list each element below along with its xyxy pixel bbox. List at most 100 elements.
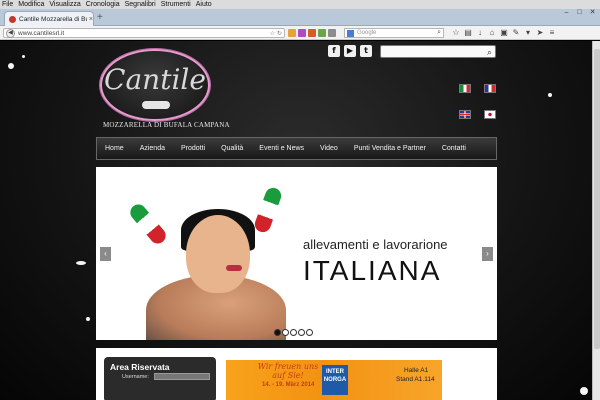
hamburger-menu-icon[interactable]: ≡	[546, 28, 558, 38]
web-page: f ▶ t ⌕ Cantile MOZZARELLA DI BUFALA CAM…	[0, 41, 600, 400]
slider-dot[interactable]	[298, 329, 305, 336]
address-bar[interactable]: ◀ www.cantilesrl.it ☆ ↻	[3, 28, 285, 38]
nav-home[interactable]: Home	[97, 145, 132, 152]
star-icon[interactable]: ☆	[450, 28, 462, 38]
promo-dates: 14. - 19. März 2014	[262, 382, 315, 388]
menu-aiuto[interactable]: Aiuto	[196, 0, 212, 9]
search-placeholder: Google	[357, 30, 377, 36]
facebook-icon[interactable]: f	[328, 45, 340, 57]
scrollbar-thumb[interactable]	[594, 49, 600, 349]
menu-segnalibri[interactable]: Segnalibri	[125, 0, 156, 9]
flag-italian-icon[interactable]	[459, 84, 471, 93]
slider-dot[interactable]	[282, 329, 289, 336]
save-icon[interactable]: ▣	[498, 28, 510, 38]
navigation-toolbar: ◀ www.cantilesrl.it ☆ ↻ Google ⌕ ☆ ▤ ↓ ⌂…	[0, 26, 600, 40]
promo-headline: Wir freuen uns auf Sie!	[257, 362, 319, 380]
slider-pagination	[274, 329, 314, 336]
internorga-logo: INTER NORGA	[322, 365, 348, 395]
slide-title: ITALIANA	[303, 255, 442, 286]
bookmark-star-icon[interactable]: ☆	[270, 30, 275, 37]
tab-strip: Cantile Mozzarella di Bufala C... × + – …	[0, 9, 600, 26]
menu-visualizza[interactable]: Visualizza	[49, 0, 80, 9]
magnifier-icon[interactable]: ⌕	[437, 29, 441, 37]
url-text[interactable]: www.cantilesrl.it	[18, 30, 270, 37]
face-shape	[186, 215, 250, 293]
maximize-icon[interactable]: □	[574, 9, 585, 17]
twitter-icon[interactable]: t	[360, 45, 372, 57]
buffalo-icon	[142, 101, 170, 109]
addon-icons	[288, 29, 338, 37]
fair-promo-banner[interactable]: Wir freuen uns auf Sie! 14. - 19. März 2…	[226, 360, 442, 400]
slider-next-button[interactable]: ›	[482, 247, 493, 261]
nav-prodotti[interactable]: Prodotti	[173, 145, 213, 152]
promo-hall: Halle A1	[404, 367, 429, 374]
pen-icon[interactable]: ✎	[510, 28, 522, 38]
page-scrollbar[interactable]	[592, 41, 600, 400]
nav-azienda[interactable]: Azienda	[132, 145, 173, 152]
addon-icon[interactable]	[288, 29, 296, 37]
username-field[interactable]	[154, 373, 210, 380]
paint-splash	[86, 317, 90, 321]
slide-subtitle: allevamenti e lavorarione	[303, 237, 448, 252]
flag-japanese-icon[interactable]	[484, 110, 496, 119]
slider-dot[interactable]	[306, 329, 313, 336]
home-icon[interactable]: ⌂	[486, 28, 498, 38]
main-navigation: Home Azienda Prodotti Qualità Eventi e N…	[96, 137, 497, 160]
addon-icon[interactable]	[328, 29, 336, 37]
back-icon[interactable]: ◀	[6, 28, 15, 38]
addon-icon[interactable]	[318, 29, 326, 37]
nav-eventi-news[interactable]: Eventi e News	[251, 145, 312, 152]
minimize-icon[interactable]: –	[561, 9, 572, 17]
paint-splash	[548, 93, 552, 97]
chevron-down-icon[interactable]: ▾	[522, 28, 534, 38]
login-panel: Area Riservata Username:	[104, 357, 216, 400]
new-tab-button[interactable]: +	[97, 12, 103, 24]
hero-slider[interactable]: allevamenti e lavorarione ITALIANA ‹ ›	[96, 167, 497, 340]
paint-splash	[8, 63, 14, 69]
search-icon[interactable]: ⌕	[487, 47, 492, 58]
nose-ring-shape	[226, 265, 242, 271]
menu-cronologia[interactable]: Cronologia	[86, 0, 120, 9]
horn-left	[127, 201, 169, 247]
browser-search-field[interactable]: Google ⌕	[344, 28, 444, 38]
tab-title: Cantile Mozzarella di Bufala C...	[19, 15, 87, 23]
slider-dot[interactable]	[290, 329, 297, 336]
login-title: Area Riservata	[110, 362, 170, 372]
tagline: MOZZARELLA DI BUFALA CAMPANA	[103, 121, 230, 129]
username-label: Username:	[122, 374, 149, 380]
paint-splash	[76, 261, 86, 265]
close-window-icon[interactable]: ✕	[587, 9, 598, 17]
logo-wordmark: Cantile	[104, 63, 206, 96]
browser-tab[interactable]: Cantile Mozzarella di Bufala C... ×	[4, 11, 94, 26]
share-icon[interactable]: ➤	[534, 28, 546, 38]
nav-video[interactable]: Video	[312, 145, 346, 152]
content-area: Area Riservata Username: Wir freuen uns …	[96, 348, 497, 400]
flag-english-icon[interactable]	[459, 110, 471, 119]
hero-photo	[126, 185, 286, 340]
reload-icon[interactable]: ↻	[277, 30, 282, 37]
flag-french-icon[interactable]	[484, 84, 496, 93]
promo-stand: Stand A1.114	[396, 376, 435, 383]
clipboard-icon[interactable]: ▤	[462, 28, 474, 38]
menu-modifica[interactable]: Modifica	[18, 0, 44, 9]
menu-strumenti[interactable]: Strumenti	[161, 0, 191, 9]
slider-dot[interactable]	[274, 329, 281, 336]
nav-contatti[interactable]: Contatti	[434, 145, 474, 152]
window-controls: – □ ✕	[559, 9, 598, 17]
addon-icon[interactable]	[298, 29, 306, 37]
horn-right	[252, 185, 284, 235]
site-favicon-icon	[9, 15, 16, 23]
menu-file[interactable]: File	[2, 0, 13, 9]
nav-punti-vendita[interactable]: Punti Vendita e Partner	[346, 145, 434, 152]
close-tab-icon[interactable]: ×	[89, 16, 93, 23]
cantile-logo[interactable]: Cantile	[100, 49, 210, 121]
slider-prev-button[interactable]: ‹	[100, 247, 111, 261]
nav-qualita[interactable]: Qualità	[213, 145, 251, 152]
google-icon	[347, 29, 354, 37]
paint-splash	[580, 387, 588, 395]
addon-icon[interactable]	[308, 29, 316, 37]
download-icon[interactable]: ↓	[474, 28, 486, 38]
social-links: f ▶ t	[328, 45, 376, 57]
site-search-input[interactable]: ⌕	[380, 45, 496, 58]
youtube-icon[interactable]: ▶	[344, 45, 356, 57]
